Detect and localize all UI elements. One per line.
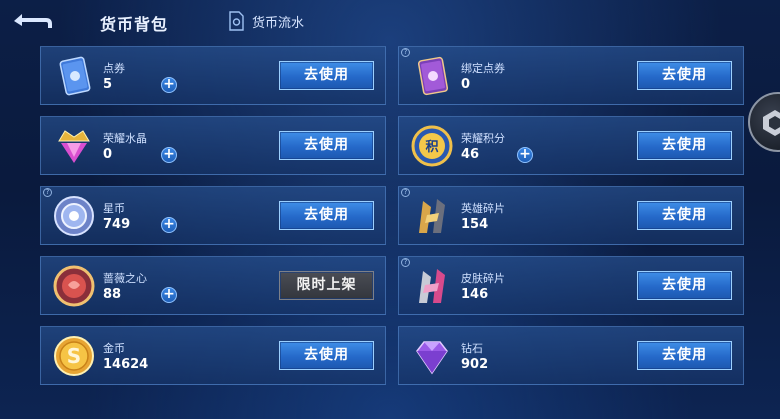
currency-value: 146 [461,287,489,302]
currency-value: 14624 [103,357,149,372]
diamond-icon [416,341,448,375]
use-coupon-button[interactable]: 去使用 [279,61,374,90]
currency-value: 88 [103,287,122,302]
page-title: 货币背包 [100,15,169,34]
top-bar: 货币背包 货币流水 [0,0,780,44]
currency-card-bound-coupon: ? 绑定点券 0 去使用 [398,46,744,105]
currency-value: 154 [461,217,489,232]
currency-name: 金币 [103,342,125,355]
currency-card-coupon: 点券 5 + 去使用 [40,46,386,105]
add-rose-heart-button[interactable]: + [161,287,177,303]
currency-card-rose-heart: 蔷薇之心 88 + 限时上架 [40,256,386,315]
use-glory-crystal-button[interactable]: 去使用 [279,131,374,160]
gold-coin-icon: S [54,336,94,376]
use-glory-points-button[interactable]: 去使用 [637,131,732,160]
document-icon [229,11,244,31]
currency-value: 749 [103,217,131,232]
currency-name: 英雄碎片 [461,202,505,215]
currency-flow-link[interactable]: 货币流水 [228,11,304,31]
currency-name: 皮肤碎片 [461,272,505,285]
coupon-icon [59,56,91,96]
add-star-coin-button[interactable]: + [161,217,177,233]
currency-value: 902 [461,357,489,372]
bound-coupon-icon [417,56,449,96]
currency-card-gold-coin: S 金币 14624 去使用 [40,326,386,385]
hexagon-icon [763,110,780,136]
add-glory-points-button[interactable]: + [517,147,533,163]
star-coin-icon [54,196,94,236]
currency-card-skin-fragment: ? 皮肤碎片 146 去使用 [398,256,744,315]
add-coupon-button[interactable]: + [161,77,177,93]
currency-name: 荣耀水晶 [103,132,147,145]
back-arrow-icon[interactable] [12,10,56,32]
currency-name: 绑定点券 [461,62,505,75]
currency-name: 荣耀积分 [461,132,505,145]
rose-heart-icon [53,265,95,307]
currency-value: 5 [103,77,113,92]
currency-value: 0 [103,147,113,162]
use-hero-fragment-button[interactable]: 去使用 [637,201,732,230]
skin-fragment-icon [419,269,445,303]
use-skin-fragment-button[interactable]: 去使用 [637,271,732,300]
use-diamond-button[interactable]: 去使用 [637,341,732,370]
currency-value: 0 [461,77,471,92]
currency-card-hero-fragment: ? 英雄碎片 154 去使用 [398,186,744,245]
currency-name: 蔷薇之心 [103,272,147,285]
svg-text:积: 积 [425,139,438,155]
currency-name: 钻石 [461,342,483,355]
currency-flow-label: 货币流水 [252,15,305,31]
currency-card-diamond: 钻石 902 去使用 [398,326,744,385]
currency-card-glory-crystal: 荣耀水晶 0 + 去使用 [40,116,386,175]
currency-value: 46 [461,147,480,162]
use-gold-coin-button[interactable]: 去使用 [279,341,374,370]
add-glory-crystal-button[interactable]: + [161,147,177,163]
currency-name: 星币 [103,202,125,215]
svg-text:S: S [67,344,81,368]
use-star-coin-button[interactable]: 去使用 [279,201,374,230]
currency-name: 点券 [103,62,125,75]
limited-release-button[interactable]: 限时上架 [279,271,374,300]
glory-points-icon: 积 [411,125,453,167]
side-menu-button[interactable] [748,92,780,152]
use-bound-coupon-button[interactable]: 去使用 [637,61,732,90]
currency-card-glory-points: 积 荣耀积分 46 + 去使用 [398,116,744,175]
currency-card-star-coin: ? 星币 749 + 去使用 [40,186,386,245]
glory-crystal-icon [58,130,90,163]
hero-fragment-icon [419,199,445,233]
